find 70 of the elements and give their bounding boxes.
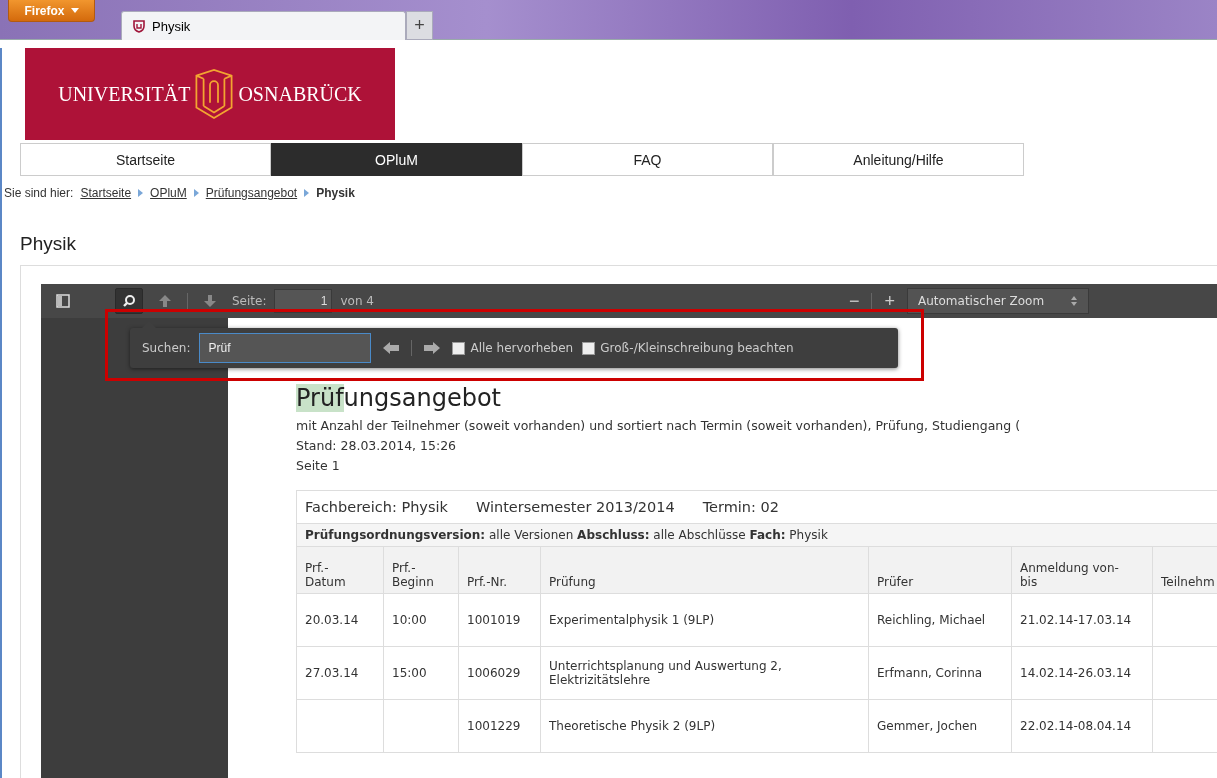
table-cell: 22.02.14-08.04.14 (1011, 699, 1153, 753)
breadcrumb-link[interactable]: Startseite (80, 186, 132, 200)
breadcrumb-link[interactable]: Prüfungsangebot (205, 186, 298, 200)
table-heading: Wintersemester 2013/2014 (475, 499, 675, 515)
search-button[interactable] (115, 288, 143, 314)
table-heading: Fachbereich: Physik (305, 499, 448, 515)
column-header: Prüfer (868, 546, 1012, 594)
checkbox[interactable] (452, 341, 466, 355)
table-cell: 27.03.14 (296, 646, 384, 700)
find-label: Suchen: (142, 341, 191, 355)
nav-tab[interactable]: OPluM (271, 143, 522, 176)
table-cell: 10:00 (383, 593, 459, 647)
nav-tab[interactable]: Startseite (20, 143, 271, 176)
page-title: Physik (20, 233, 77, 255)
column-header: Prüfung (540, 546, 869, 594)
document-text: Stand: 28.03.2014, 15:26 (296, 437, 458, 455)
page-label: Seite: (232, 294, 267, 308)
shield-icon (132, 19, 146, 33)
find-field[interactable]: Prüf (199, 333, 372, 363)
logo-text: UNIVERSITÄT (58, 82, 191, 106)
document-text: mit Anzahl der Teilnehmer (soweit vorhanden) und sortiert nach Termin (soweit vorhanden), Prüfung, Studiengang ( (296, 417, 1022, 435)
breadcrumb-label: Sie sind hier: (4, 186, 74, 200)
breadcrumb-separator-icon (193, 189, 199, 197)
breadcrumb-current: Physik (316, 186, 355, 200)
column-header: Prf.-Nr. (458, 546, 541, 594)
column-header: Prf.- Beginn (383, 546, 459, 594)
checkbox-label: Groß-/Kleinschreibung beachten (600, 341, 794, 355)
table-cell: 21.02.14-17.03.14 (1011, 593, 1153, 647)
table-cell: 1006029 (458, 646, 541, 700)
table-cell: Experimentalphysik 1 (9LP) (540, 593, 869, 647)
nav-tab[interactable]: Anleitung/Hilfe (773, 143, 1024, 176)
zoom-out-button[interactable]: − (844, 290, 864, 312)
logo-text: OSNABRÜCK (238, 82, 362, 106)
column-header: Teilnehm (1152, 546, 1217, 594)
search-icon (122, 294, 136, 308)
zoom-in-button[interactable]: + (880, 290, 899, 312)
breadcrumb-link[interactable]: OPluM (150, 186, 187, 200)
breadcrumb-separator-icon (138, 189, 144, 197)
table-cell: Erfmann, Corinna (868, 646, 1012, 700)
document-title: Prüfungsangebot (296, 384, 502, 412)
table-cell: 1001019 (458, 593, 541, 647)
nav-tab[interactable]: FAQ (522, 143, 773, 176)
table-cell: 20.03.14 (296, 593, 384, 647)
sidebar-icon (56, 294, 70, 308)
table-heading: Termin: 02 (702, 499, 779, 515)
updown-caret-icon (1070, 295, 1078, 307)
column-header: Prf.- Datum (296, 546, 384, 594)
document-text: Seite 1 (296, 457, 341, 475)
tab-title: Physik (152, 18, 191, 34)
zoom-select[interactable]: Automatischer Zoom (907, 288, 1089, 314)
new-tab-button[interactable]: + (406, 11, 433, 40)
page-count: von 4 (340, 294, 374, 308)
browser-tab[interactable]: Physik (121, 11, 406, 40)
breadcrumb-separator-icon (304, 189, 310, 197)
column-header: Anmeldung von- bis (1011, 546, 1153, 594)
checkbox-label: Alle hervorheben (470, 341, 574, 355)
down-arrow-icon (203, 294, 217, 308)
left-arrow-icon (382, 341, 401, 355)
table-cell: Theoretische Physik 2 (9LP) (540, 699, 869, 753)
filter-text: Prüfungsordnungsversion: alle Versionen Abschluss: alle Abschlüsse Fach: Physik (305, 528, 828, 542)
table-cell: 14.02.14-26.03.14 (1011, 646, 1153, 700)
up-arrow-icon (158, 294, 172, 308)
table-cell: Reichling, Michael (868, 593, 1012, 647)
table-cell: Unterrichtsplanung und Auswertung 2, Elektrizitätslehre (540, 646, 869, 700)
table-cell: Gemmer, Jochen (868, 699, 1012, 753)
right-arrow-icon (423, 341, 442, 355)
caret-icon (70, 8, 79, 13)
checkbox[interactable] (582, 341, 596, 355)
table-cell: 15:00 (383, 646, 459, 700)
table-cell: 1001229 (458, 699, 541, 753)
